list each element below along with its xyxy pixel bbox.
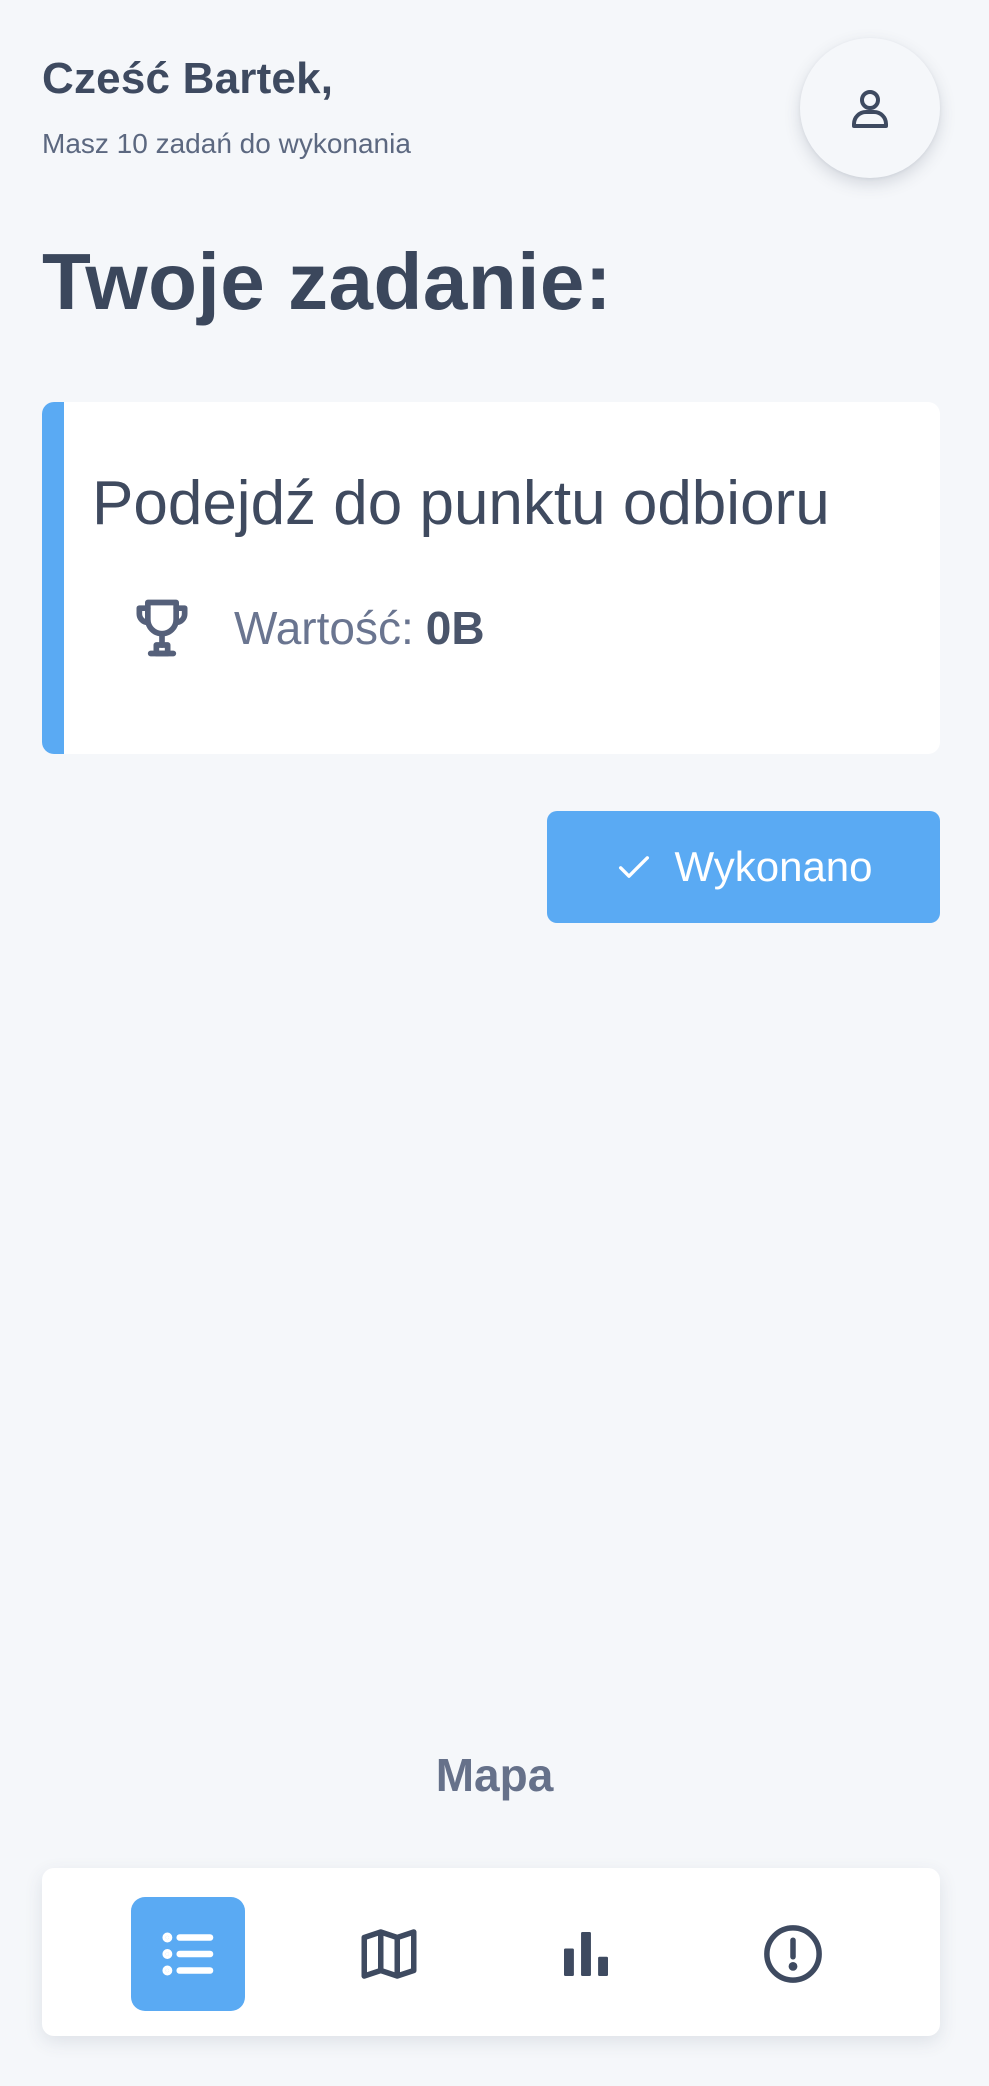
list-icon <box>155 1921 221 1987</box>
nav-item-stats[interactable] <box>529 1897 643 2011</box>
alert-circle-icon <box>760 1921 826 1987</box>
trophy-icon <box>128 594 196 662</box>
task-value-label: Wartość: <box>234 602 414 654</box>
nav-item-report[interactable] <box>736 1897 850 2011</box>
profile-button[interactable] <box>800 38 940 178</box>
task-title: Podejdź do punktu odbioru <box>92 469 830 538</box>
nav-item-tasks[interactable] <box>131 1897 245 2011</box>
task-card-accent <box>42 402 64 754</box>
check-icon <box>614 847 654 887</box>
user-icon <box>846 84 894 132</box>
nav-item-map[interactable] <box>332 1897 446 2011</box>
map-icon <box>356 1921 422 1987</box>
task-value-amount: 0B <box>425 602 485 654</box>
tasks-count-text: Masz 10 zadań do wykonania <box>42 128 411 159</box>
task-value-row: Wartość: 0B <box>128 594 485 662</box>
map-link[interactable]: Mapa <box>0 1748 989 1802</box>
task-card: Podejdź do punktu odbioru Wartość: 0B <box>42 402 940 754</box>
bottom-navigation <box>42 1868 940 2036</box>
greeting-text: Cześć Bartek, <box>42 54 334 103</box>
done-button-label: Wykonano <box>674 843 873 890</box>
section-title: Twoje zadanie: <box>42 237 613 326</box>
tasks-screen: Cześć Bartek, Masz 10 zadań do wykonania… <box>0 0 989 2086</box>
bar-chart-icon <box>553 1921 619 1987</box>
done-button[interactable]: Wykonano <box>547 811 940 923</box>
